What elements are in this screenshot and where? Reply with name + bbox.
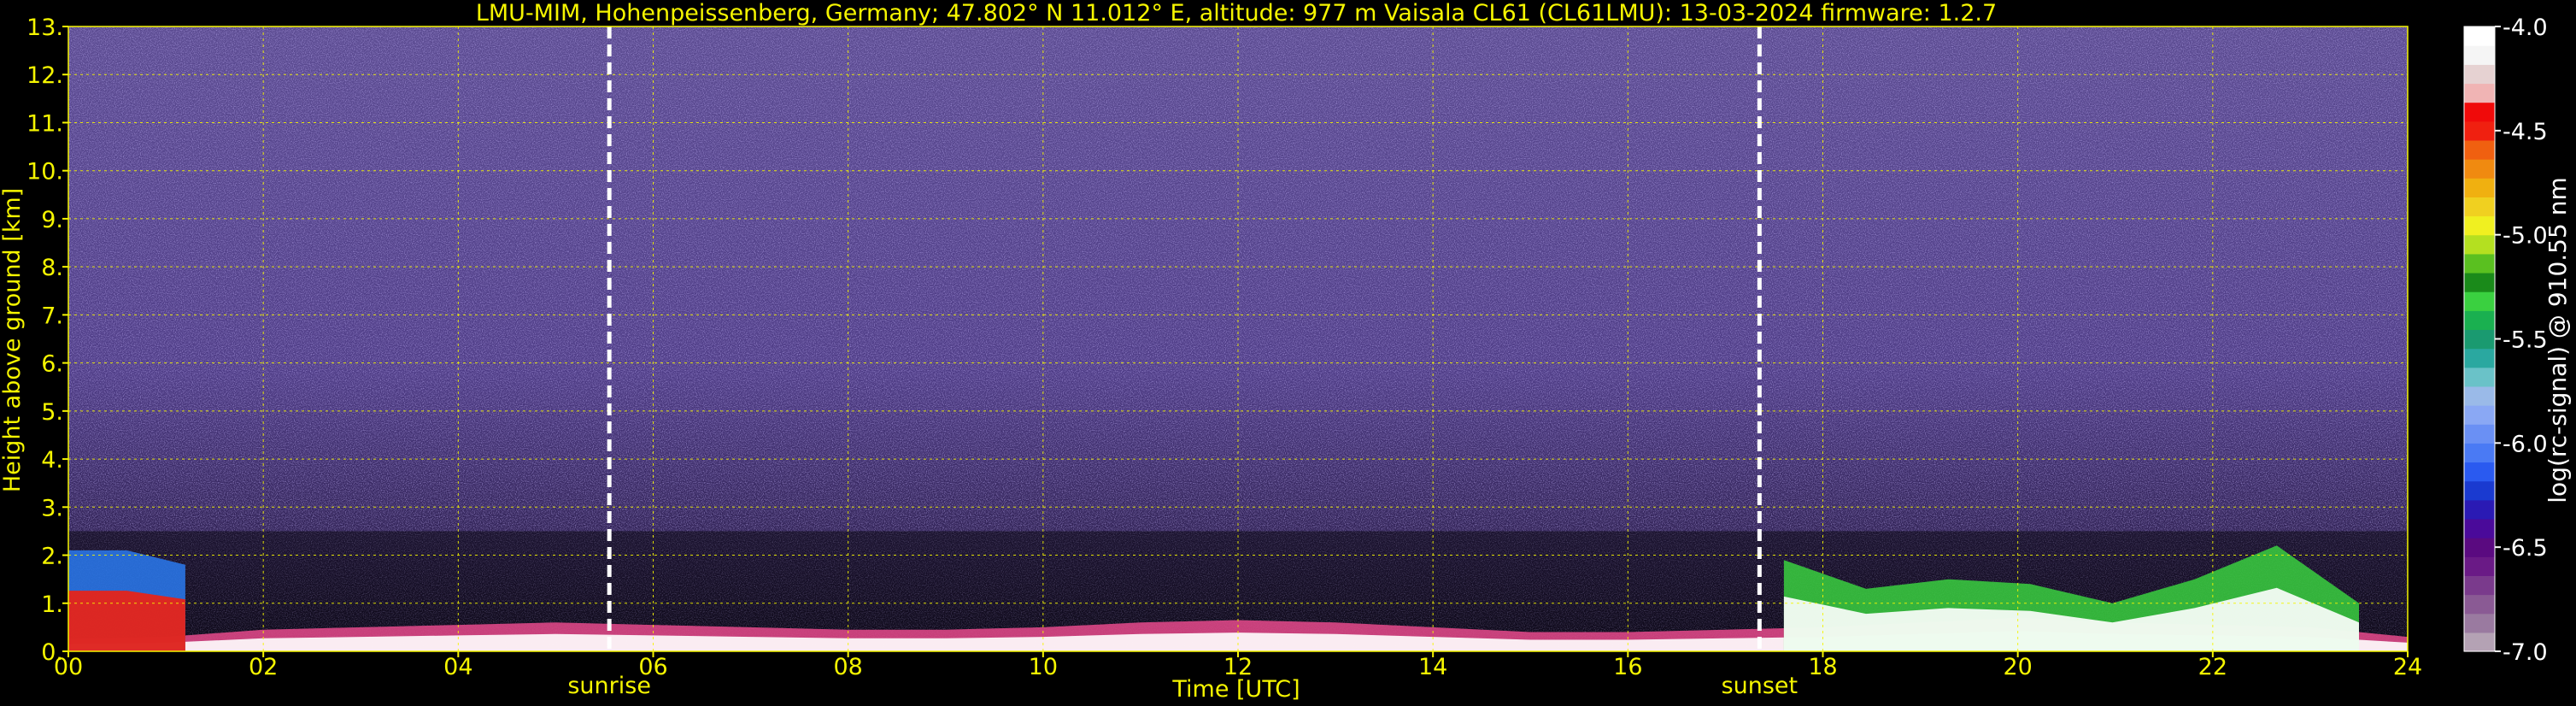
colorbar-segment (2464, 499, 2495, 520)
colorbar-segment (2464, 348, 2495, 368)
marker-label-sunrise: sunrise (567, 673, 651, 699)
y-tick-label: 8. (41, 255, 63, 281)
colorbar-segment (2464, 594, 2495, 615)
y-axis-ticks: 0. 1. 2. 3. 4. 5. 6. 7. 8. 9. 10. 11. 12. 13. (26, 15, 68, 666)
y-tick-label: 1. (41, 591, 63, 618)
colorbar-segment (2464, 480, 2495, 501)
plot-area (67, 26, 2409, 652)
colorbar-segment (2464, 253, 2495, 274)
y-tick-label: 10. (26, 159, 63, 185)
colorbar-segment (2464, 197, 2495, 217)
colorbar-segment (2464, 538, 2495, 557)
x-tick-label: 04 (443, 654, 472, 680)
x-tick-label: 24 (2393, 654, 2422, 680)
marker-label-sunset: sunset (1722, 673, 1799, 699)
colorbar-segment (2464, 575, 2495, 596)
colorbar-segment (2464, 64, 2495, 85)
colorbar-tick-label: -4.0 (2503, 15, 2548, 41)
colorbar-segment (2464, 310, 2495, 331)
colorbar-tick-label: -6.5 (2503, 535, 2548, 562)
colorbar-ticks: -4.0 -4.5 -5.0 -5.5 -6.0 -6.5 -7.0 (2495, 15, 2548, 666)
colorbar-segment (2464, 159, 2495, 179)
colorbar-segment (2464, 291, 2495, 311)
y-tick-label: 3. (41, 495, 63, 521)
x-tick-label: 18 (1808, 654, 1837, 680)
colorbar (2463, 26, 2496, 652)
colorbar-tick-label: -5.5 (2503, 327, 2548, 354)
layer-core-1 (68, 591, 185, 651)
y-tick-label: 5. (41, 399, 63, 426)
y-tick-label: 11. (26, 110, 63, 137)
y-axis-label: Height above ground [km] (0, 188, 26, 492)
colorbar-segment (2464, 443, 2495, 463)
x-tick-label: 02 (249, 654, 278, 680)
colorbar-tick-label: -5.0 (2503, 223, 2548, 250)
colorbar-segment (2464, 215, 2495, 236)
colorbar-label: log(rc-signal) @ 910.55 nm (2544, 177, 2572, 503)
x-tick-label: 22 (2198, 654, 2227, 680)
x-tick-label: 20 (2003, 654, 2032, 680)
colorbar-segment (2464, 556, 2495, 576)
colorbar-segment (2464, 518, 2495, 538)
colorbar-segment (2464, 424, 2495, 444)
colorbar-segment (2464, 613, 2495, 633)
y-tick-label: 7. (41, 303, 63, 329)
colorbar-segment (2464, 385, 2495, 406)
colorbar-segment (2464, 632, 2495, 652)
ceilometer-chart: 00 02 04 06 08 10 12 14 16 18 20 22 24 0.1.2.3.4.5.6… (0, 0, 2572, 703)
colorbar-segment (2464, 234, 2495, 255)
colorbar-tick-label: -4.5 (2503, 119, 2548, 145)
x-tick-label: 08 (833, 654, 862, 680)
chart-title: LMU-MIM, Hohenpeissenberg, Germany; 47.8… (476, 0, 1997, 26)
x-tick-label: 14 (1418, 654, 1447, 680)
colorbar-segment (2464, 178, 2495, 197)
y-tick-label: 13. (26, 15, 63, 41)
colorbar-segment (2464, 405, 2495, 425)
colorbar-segment (2464, 45, 2495, 65)
colorbar-segment (2464, 329, 2495, 350)
y-tick-label: 9. (41, 207, 63, 233)
y-tick-label: 4. (41, 447, 63, 474)
x-tick-label: 16 (1613, 654, 1642, 680)
colorbar-tick-label: -6.0 (2503, 431, 2548, 457)
colorbar-segment (2464, 102, 2495, 122)
y-tick-label: 6. (41, 351, 63, 378)
colorbar-tick-label: -7.0 (2503, 639, 2548, 666)
colorbar-segment (2464, 462, 2495, 482)
x-axis-label: Time [UTC] (1171, 676, 1300, 703)
colorbar-segment (2464, 26, 2495, 46)
y-tick-label: 12. (26, 62, 63, 89)
colorbar-segment (2464, 139, 2495, 160)
y-tick-label: 0. (41, 639, 63, 666)
colorbar-segment (2464, 272, 2495, 292)
colorbar-segment (2464, 83, 2495, 103)
x-tick-label: 10 (1029, 654, 1058, 680)
colorbar-segment (2464, 367, 2495, 387)
colorbar-segment (2464, 121, 2495, 141)
y-tick-label: 2. (41, 544, 63, 570)
